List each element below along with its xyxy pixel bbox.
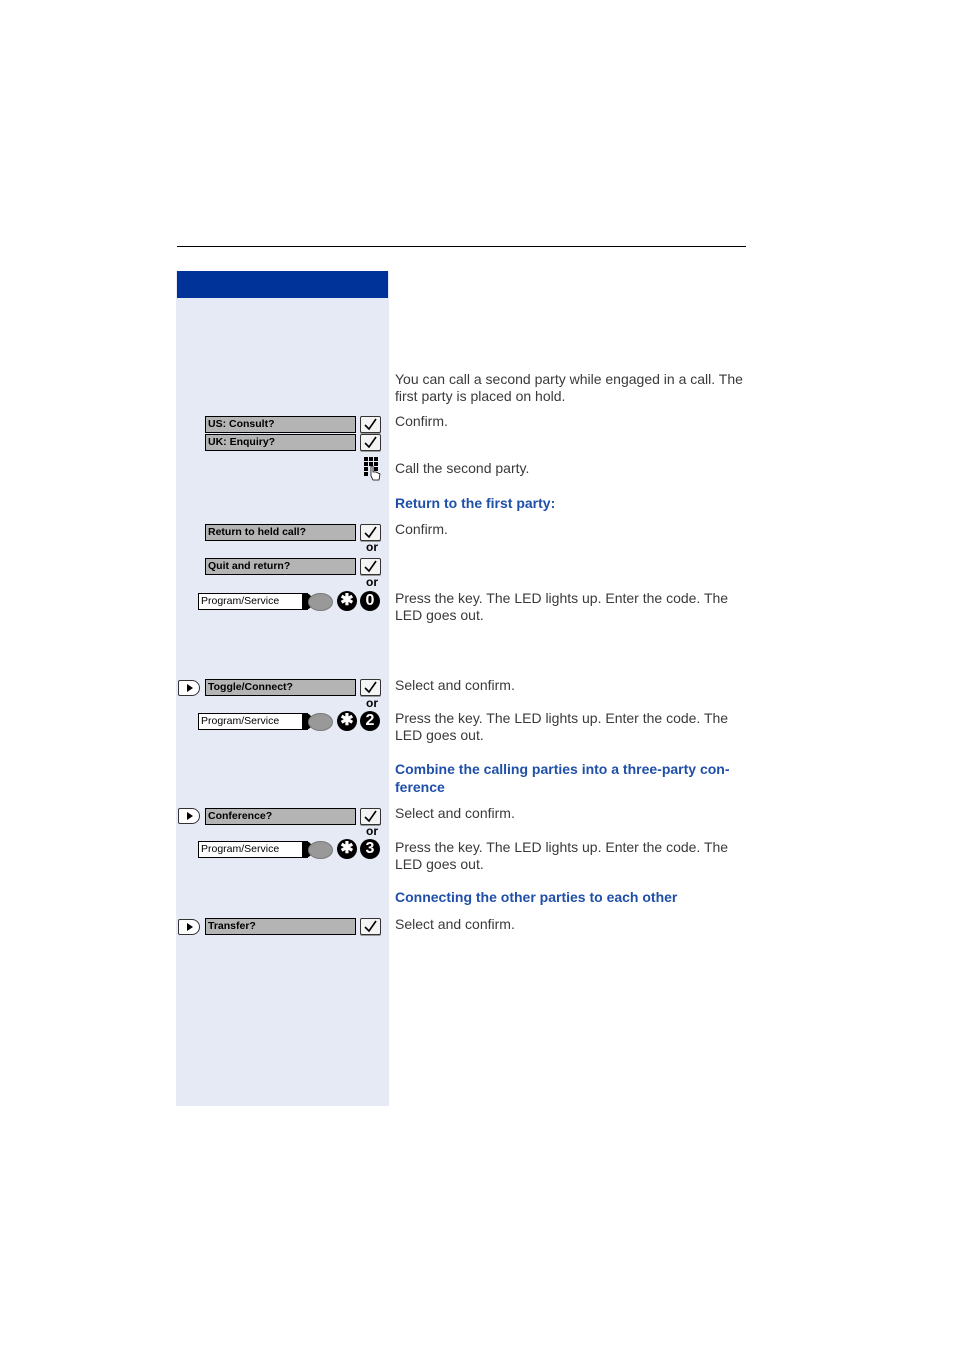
sidebar-header-bar — [177, 271, 388, 298]
confirm-check-icon[interactable] — [360, 808, 381, 825]
select-confirm-text-1: Select and confirm. — [395, 677, 515, 693]
digit-key-icon: 3 — [360, 839, 380, 859]
program-service-key[interactable]: Program/Service — [198, 593, 313, 610]
press-key-text-1: Press the key. The LED lights up. Enter … — [395, 590, 729, 623]
digit-key-icon: 2 — [360, 711, 380, 731]
press-key-text-3: Press the key. The LED lights up. Enter … — [395, 839, 729, 872]
confirm-check-icon[interactable] — [360, 524, 381, 541]
confirm-check-icon[interactable] — [360, 679, 381, 696]
led-icon — [308, 593, 333, 611]
heading-connecting-parties: Connecting the other parties to each oth… — [395, 889, 678, 905]
or-label: or — [366, 696, 378, 710]
keypad-icon — [363, 456, 383, 482]
press-key-text-2: Press the key. The LED lights up. Enter … — [395, 710, 729, 743]
program-service-key[interactable]: Program/Service — [198, 841, 313, 858]
heading-three-party-conference: Combine the calling parties into a three… — [395, 761, 730, 795]
confirm-check-icon[interactable] — [360, 918, 381, 935]
digit-key-icon: 0 — [360, 591, 380, 611]
display-enquiry-uk[interactable]: UK: Enquiry? — [205, 434, 356, 451]
display-quit-and-return[interactable]: Quit and return? — [205, 558, 356, 575]
program-service-label: Program/Service — [201, 843, 280, 855]
or-label: or — [366, 575, 378, 589]
heading-return-first-party: Return to the first party: — [395, 495, 556, 511]
select-arrow-icon[interactable] — [178, 680, 200, 696]
call-second-text: Call the second party. — [395, 460, 530, 476]
star-key-icon: ✱ — [337, 711, 357, 731]
confirm-text-1: Confirm. — [395, 413, 448, 429]
program-service-label: Program/Service — [201, 595, 280, 607]
led-icon — [308, 841, 333, 859]
top-rule — [177, 246, 746, 247]
program-service-label: Program/Service — [201, 715, 280, 727]
program-service-key[interactable]: Program/Service — [198, 713, 313, 730]
select-arrow-icon[interactable] — [178, 919, 200, 935]
confirm-check-icon[interactable] — [360, 558, 381, 575]
display-toggle-connect[interactable]: Toggle/Connect? — [205, 679, 356, 696]
or-label: or — [366, 824, 378, 838]
star-key-icon: ✱ — [337, 839, 357, 859]
confirm-check-icon[interactable] — [360, 434, 381, 451]
confirm-check-icon[interactable] — [360, 416, 381, 433]
led-icon — [308, 713, 333, 731]
or-label: or — [366, 540, 378, 554]
intro-text: You can call a second party while engage… — [395, 371, 743, 404]
select-confirm-text-3: Select and confirm. — [395, 916, 515, 932]
display-consult-us[interactable]: US: Consult? — [205, 416, 356, 433]
select-arrow-icon[interactable] — [178, 808, 200, 824]
confirm-text-2: Confirm. — [395, 521, 448, 537]
display-return-held-call[interactable]: Return to held call? — [205, 524, 356, 541]
display-transfer[interactable]: Transfer? — [205, 918, 356, 935]
star-key-icon: ✱ — [337, 591, 357, 611]
display-conference[interactable]: Conference? — [205, 808, 356, 825]
select-confirm-text-2: Select and confirm. — [395, 805, 515, 821]
